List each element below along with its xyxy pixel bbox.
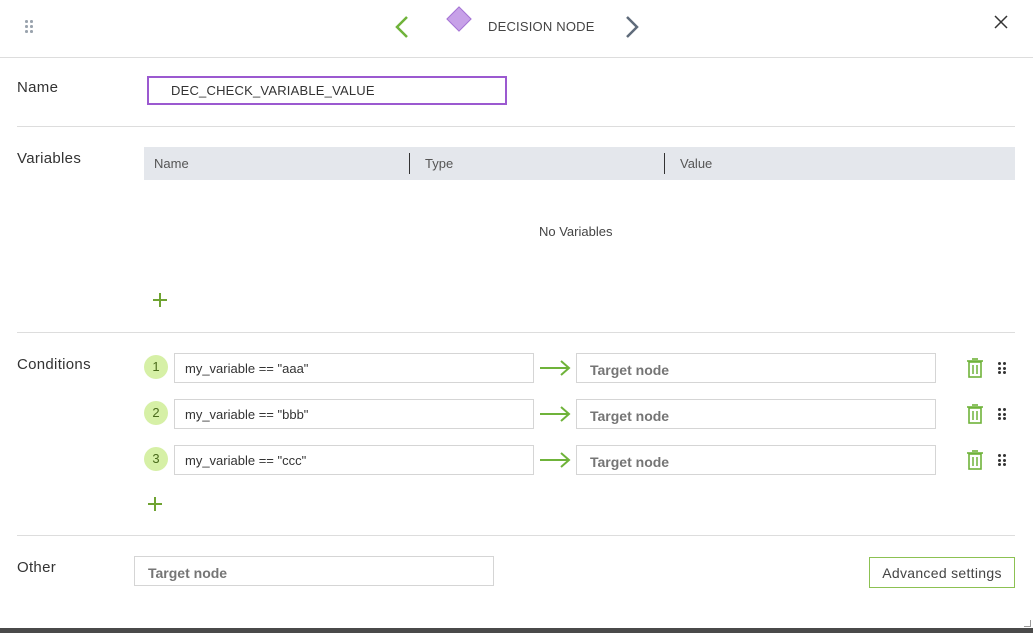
target-node-input[interactable] <box>576 445 936 475</box>
header-bar: DECISION NODE <box>0 0 1033 58</box>
drag-handle-icon[interactable] <box>998 408 1006 420</box>
variables-table-header: Name Type Value <box>144 147 1015 180</box>
column-header-name[interactable]: Name <box>154 156 189 171</box>
condition-expression-input[interactable] <box>174 445 534 475</box>
arrow-right-icon <box>540 452 572 468</box>
trash-icon[interactable] <box>966 450 984 470</box>
bottom-edge <box>0 628 1033 633</box>
drag-handle-icon[interactable] <box>998 454 1006 466</box>
column-header-value[interactable]: Value <box>680 156 712 171</box>
add-variable-plus-icon[interactable] <box>153 293 167 307</box>
arrow-right-icon <box>540 406 572 422</box>
resize-handle-icon[interactable] <box>1024 620 1031 627</box>
trash-icon[interactable] <box>966 358 984 378</box>
target-node-input[interactable] <box>576 399 936 429</box>
other-label: Other <box>17 559 57 576</box>
condition-number-badge: 2 <box>144 401 168 425</box>
close-icon[interactable] <box>993 14 1009 30</box>
trash-icon[interactable] <box>966 404 984 424</box>
default-target-node-input[interactable] <box>134 556 494 586</box>
chevron-right-icon[interactable] <box>622 14 642 40</box>
diamond-icon <box>446 6 472 32</box>
column-separator <box>664 153 665 174</box>
advanced-settings-button[interactable]: Advanced settings <box>869 557 1015 588</box>
condition-row: 1 <box>144 353 1015 383</box>
column-header-type[interactable]: Type <box>425 156 453 171</box>
node-name-input[interactable] <box>147 76 507 105</box>
condition-number-badge: 3 <box>144 447 168 471</box>
divider <box>17 535 1015 536</box>
divider <box>17 332 1015 333</box>
divider <box>17 126 1015 127</box>
target-node-input[interactable] <box>576 353 936 383</box>
name-label: Name <box>17 79 59 96</box>
column-separator <box>409 153 410 174</box>
condition-row: 3 <box>144 445 1015 475</box>
condition-expression-input[interactable] <box>174 353 534 383</box>
condition-number-badge: 1 <box>144 355 168 379</box>
chevron-left-icon[interactable] <box>392 14 412 40</box>
condition-row: 2 <box>144 399 1015 429</box>
add-condition-plus-icon[interactable] <box>148 497 162 511</box>
drag-handle-icon[interactable] <box>998 362 1006 374</box>
condition-expression-input[interactable] <box>174 399 534 429</box>
arrow-right-icon <box>540 360 572 376</box>
conditions-label: Conditions <box>17 356 91 373</box>
drag-handle-icon[interactable] <box>25 20 35 34</box>
empty-variables-message: No Variables <box>539 224 613 239</box>
node-type-title: DECISION NODE <box>488 19 595 34</box>
variables-label: Variables <box>17 150 82 167</box>
